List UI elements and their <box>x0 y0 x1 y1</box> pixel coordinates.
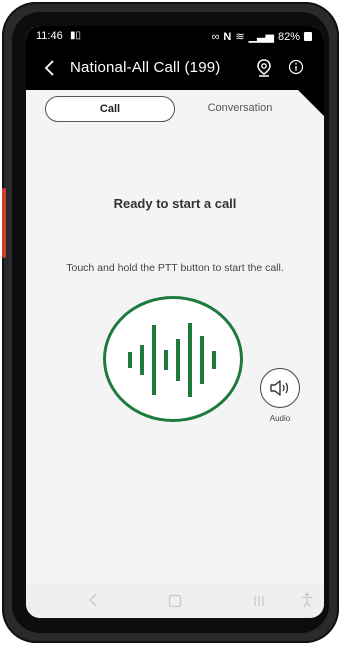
info-icon[interactable] <box>288 59 304 75</box>
back-arrow-icon[interactable] <box>40 58 60 78</box>
instruction-text: Touch and hold the PTT button to start t… <box>66 262 284 274</box>
tab-conversation[interactable]: Conversation <box>192 96 288 120</box>
speaker-icon <box>270 380 289 396</box>
nav-home-icon[interactable] <box>168 594 182 608</box>
tab-call[interactable]: Call <box>45 96 175 122</box>
ready-title: Ready to start a call <box>113 196 237 211</box>
signal-icon: ▁▃▅ <box>248 31 274 43</box>
tab-bar: Call Conversation <box>26 90 324 126</box>
nav-recents-icon[interactable] <box>252 594 266 608</box>
wifi-icon: ≋ <box>235 31 245 43</box>
nav-back-icon[interactable] <box>86 592 100 608</box>
status-icons: ∞ N ≋ ▁▃▅ 82% <box>212 30 312 43</box>
link-icon: ∞ <box>211 30 220 43</box>
app-bar: National-All Call (199) <box>26 48 324 90</box>
status-time: 11:46 <box>36 30 63 42</box>
audio-button[interactable] <box>260 368 300 408</box>
battery-percent: 82% <box>277 30 300 43</box>
battery-icon <box>304 32 312 41</box>
page-title: National-All Call (199) <box>70 59 221 76</box>
audio-label: Audio <box>269 414 291 423</box>
nfc-icon: N <box>223 30 232 43</box>
location-pin-icon[interactable] <box>254 58 274 78</box>
ptt-button[interactable] <box>103 296 243 422</box>
accessibility-icon[interactable] <box>300 592 314 608</box>
side-button <box>2 188 6 258</box>
corner-fold <box>298 90 324 116</box>
status-bar: 11:46 ▮▯ ∞ N ≋ ▁▃▅ 82% <box>26 26 324 48</box>
waveform-icon <box>128 323 216 397</box>
phone-screen: 11:46 ▮▯ ∞ N ≋ ▁▃▅ 82% National-All Call… <box>26 26 324 618</box>
system-nav-bar <box>26 584 324 618</box>
notification-icon: ▮▯ <box>70 30 82 41</box>
